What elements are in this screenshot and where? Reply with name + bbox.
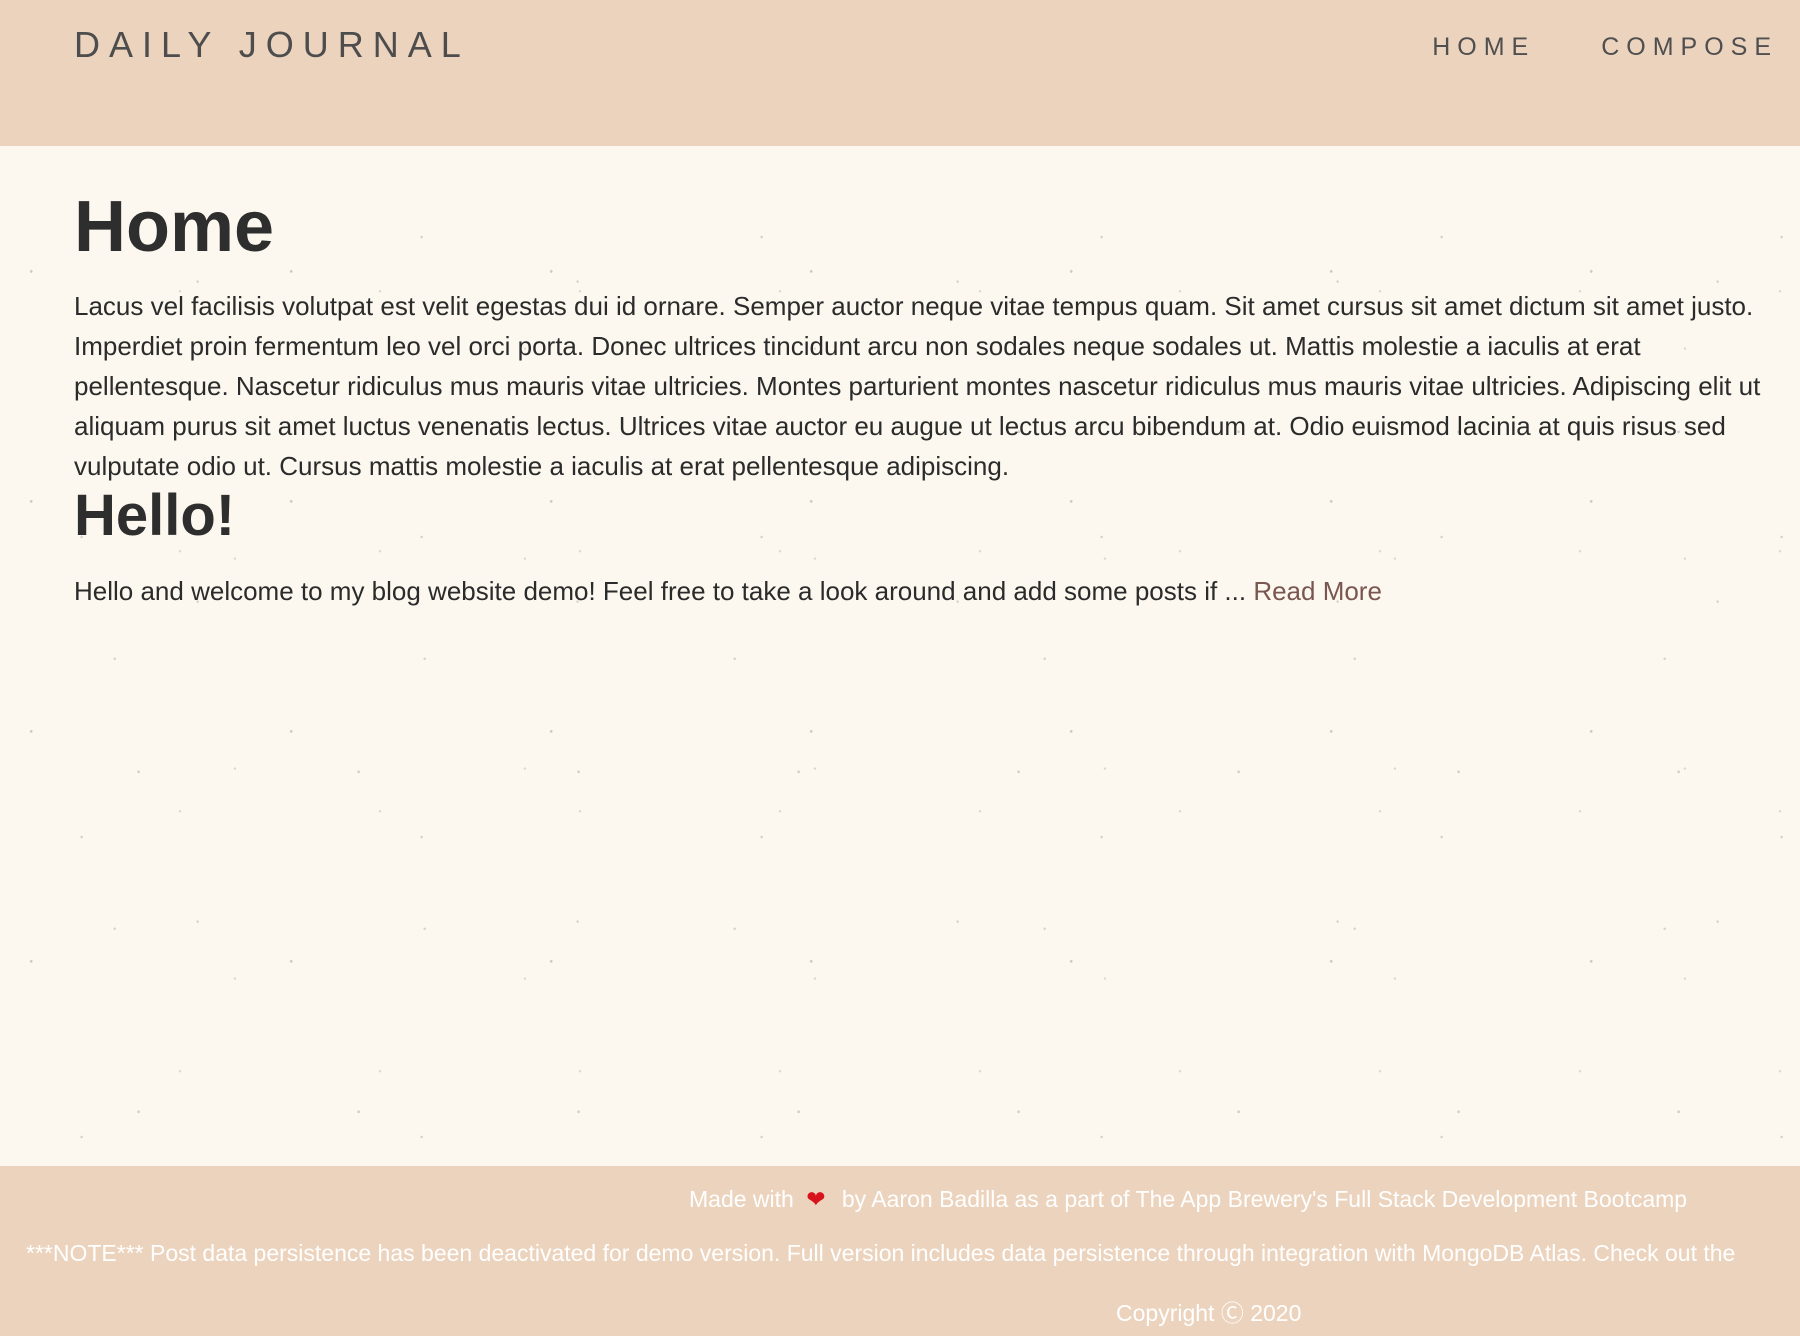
page-title: Home — [74, 187, 275, 267]
nav-home-link[interactable]: HOME — [1432, 33, 1535, 62]
site-header: DAILY JOURNAL HOME COMPOSE — [0, 0, 1800, 146]
heart-icon: ❤ — [806, 1187, 826, 1213]
footer-copyright: Copyright Ⓒ 2020 — [1116, 1300, 1302, 1326]
site-footer: Made with ❤ by Aaron Badilla as a part o… — [0, 1166, 1800, 1336]
post-excerpt-text: Hello and welcome to my blog website dem… — [74, 576, 1254, 606]
main-content: Home Lacus vel facilisis volutpat est ve… — [0, 146, 1800, 1166]
footer-note: ***NOTE*** Post data persistence has bee… — [26, 1240, 1736, 1266]
read-more-link[interactable]: Read More — [1253, 576, 1382, 606]
site-brand[interactable]: DAILY JOURNAL — [74, 24, 470, 66]
footer-credit-prefix: Made with — [689, 1186, 794, 1212]
footer-credit-suffix: by Aaron Badilla as a part of The App Br… — [841, 1186, 1688, 1212]
footer-credit: Made with ❤ by Aaron Badilla as a part o… — [689, 1186, 1687, 1213]
post-excerpt: Hello and welcome to my blog website dem… — [74, 573, 1382, 609]
nav-compose-link[interactable]: COMPOSE — [1601, 33, 1778, 62]
post-title: Hello! — [74, 483, 236, 548]
home-intro-text: Lacus vel facilisis volutpat est velit e… — [74, 291, 1761, 481]
main-nav: HOME COMPOSE — [1432, 33, 1778, 62]
